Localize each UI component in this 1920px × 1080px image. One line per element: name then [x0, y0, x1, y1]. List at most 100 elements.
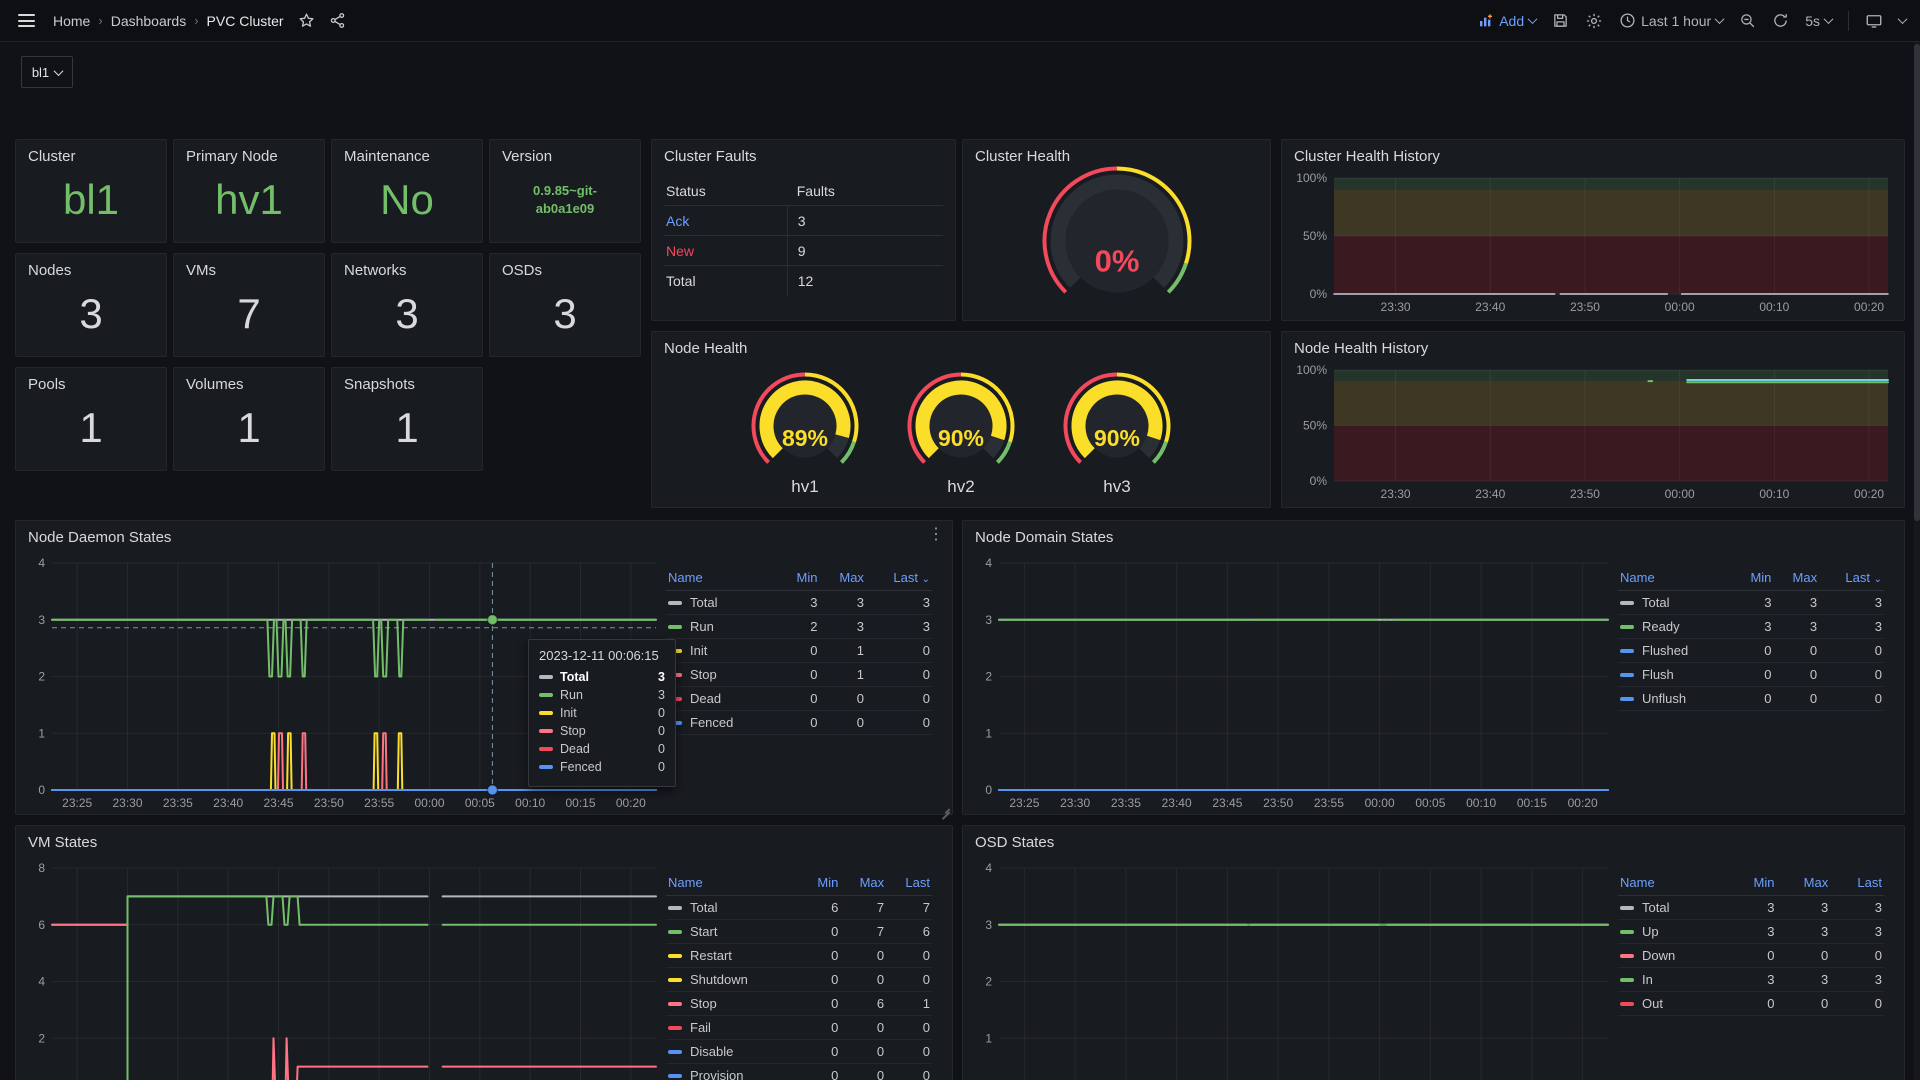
- legend-header-last[interactable]: Last ⌄: [866, 567, 932, 591]
- panel-title[interactable]: Maintenance: [332, 140, 482, 167]
- panel-title[interactable]: Node Health History: [1282, 332, 1904, 359]
- menu-icon[interactable]: [14, 10, 39, 31]
- panel-title[interactable]: Node Daemon States: [16, 521, 952, 548]
- panel-title[interactable]: Node Health: [652, 332, 1270, 359]
- series-name[interactable]: Ready: [1642, 619, 1680, 634]
- legend-row[interactable]: Up333: [1618, 920, 1884, 944]
- panel-title[interactable]: Volumes: [174, 368, 324, 395]
- legend-row[interactable]: Shutdown000: [666, 968, 932, 992]
- legend-row[interactable]: Fail000: [666, 1016, 932, 1040]
- series-name[interactable]: Stop: [690, 996, 717, 1011]
- node-health-history-chart[interactable]: 0%50%100%23:3023:4023:5000:0000:1000:20: [1288, 360, 1898, 503]
- series-name[interactable]: In: [1642, 972, 1653, 987]
- panel-title[interactable]: Cluster Health History: [1282, 140, 1904, 167]
- faults-col-faults[interactable]: Faults: [787, 176, 943, 205]
- series-name[interactable]: Disable: [690, 1044, 733, 1059]
- panel-title[interactable]: Pools: [16, 368, 166, 395]
- legend-row[interactable]: Start076: [666, 920, 932, 944]
- series-name[interactable]: Total: [690, 595, 717, 610]
- legend-header-last[interactable]: Last ⌄: [1819, 567, 1884, 591]
- panel-menu-kebab-icon[interactable]: ⋮: [928, 527, 944, 543]
- series-name[interactable]: Out: [1642, 996, 1663, 1011]
- panel-title[interactable]: Node Domain States: [963, 521, 1904, 548]
- node-domain-states-chart[interactable]: 0123423:2523:3023:3523:4023:4523:5023:55…: [967, 553, 1618, 812]
- share-icon[interactable]: [329, 12, 346, 29]
- series-name[interactable]: Shutdown: [690, 972, 748, 987]
- navbar-expand-chevron[interactable]: [1898, 14, 1908, 24]
- legend-header-last[interactable]: Last: [1830, 872, 1884, 896]
- legend-row[interactable]: Stop061: [666, 992, 932, 1016]
- favorite-star-icon[interactable]: [298, 12, 315, 29]
- vm-states-chart[interactable]: 0246823:2523:3023:3523:4023:4523:5023:55…: [20, 858, 666, 1080]
- series-name[interactable]: Flush: [1642, 667, 1674, 682]
- legend-row[interactable]: Ready333: [1618, 615, 1884, 639]
- legend-header-name[interactable]: Name: [666, 872, 800, 896]
- series-name[interactable]: Down: [1642, 948, 1675, 963]
- kiosk-tv-icon[interactable]: [1865, 12, 1883, 30]
- legend-row[interactable]: Init010: [666, 639, 932, 663]
- faults-status[interactable]: New: [664, 243, 787, 259]
- legend-header-name[interactable]: Name: [666, 567, 779, 591]
- panel-title[interactable]: Cluster: [16, 140, 166, 167]
- panel-title[interactable]: Cluster Faults: [652, 140, 955, 167]
- legend-row[interactable]: Dead000: [666, 687, 932, 711]
- legend-row[interactable]: Out000: [1618, 992, 1884, 1016]
- series-name[interactable]: Total: [1642, 900, 1669, 915]
- series-name[interactable]: Fail: [690, 1020, 711, 1035]
- series-name[interactable]: Fenced: [690, 715, 733, 730]
- legend-header-min[interactable]: Min: [779, 567, 820, 591]
- series-name[interactable]: Start: [690, 924, 717, 939]
- add-button[interactable]: Add: [1478, 13, 1536, 29]
- panel-title[interactable]: Cluster Health: [963, 140, 1270, 167]
- osd-states-chart[interactable]: 0123423:2523:3023:3523:4023:4523:5023:55…: [967, 858, 1618, 1080]
- series-name[interactable]: Provision: [690, 1068, 743, 1080]
- legend-header-max[interactable]: Max: [1776, 872, 1830, 896]
- legend-header-min[interactable]: Min: [800, 872, 840, 896]
- panel-title[interactable]: Primary Node: [174, 140, 324, 167]
- legend-row[interactable]: Provision000: [666, 1064, 932, 1080]
- faults-col-status[interactable]: Status: [664, 183, 787, 199]
- page-scrollbar[interactable]: [1914, 42, 1920, 1080]
- panel-title[interactable]: OSDs: [490, 254, 640, 281]
- legend-row[interactable]: Total677: [666, 896, 932, 920]
- faults-status[interactable]: Total: [664, 273, 787, 289]
- legend-header-max[interactable]: Max: [840, 872, 886, 896]
- series-name[interactable]: Up: [1642, 924, 1659, 939]
- save-dashboard-icon[interactable]: [1552, 12, 1569, 29]
- breadcrumb-home[interactable]: Home: [53, 13, 90, 29]
- legend-row[interactable]: Restart000: [666, 944, 932, 968]
- legend-row[interactable]: Total333: [666, 591, 932, 615]
- panel-title[interactable]: VMs: [174, 254, 324, 281]
- faults-status[interactable]: Ack: [664, 213, 787, 229]
- legend-header-max[interactable]: Max: [819, 567, 865, 591]
- legend-row[interactable]: Fenced000: [666, 711, 932, 735]
- dashboard-settings-gear-icon[interactable]: [1585, 12, 1603, 30]
- series-name[interactable]: Dead: [690, 691, 721, 706]
- legend-row[interactable]: Total333: [1618, 896, 1884, 920]
- series-name[interactable]: Init: [690, 643, 707, 658]
- legend-row[interactable]: Run233: [666, 615, 932, 639]
- series-name[interactable]: Total: [690, 900, 717, 915]
- series-name[interactable]: Unflush: [1642, 691, 1686, 706]
- series-name[interactable]: Stop: [690, 667, 717, 682]
- legend-row[interactable]: Flushed000: [1618, 639, 1884, 663]
- legend-header-name[interactable]: Name: [1618, 872, 1730, 896]
- legend-header-name[interactable]: Name: [1618, 567, 1734, 591]
- panel-title[interactable]: Snapshots: [332, 368, 482, 395]
- series-name[interactable]: Run: [690, 619, 714, 634]
- legend-row[interactable]: Unflush000: [1618, 687, 1884, 711]
- panel-title[interactable]: Networks: [332, 254, 482, 281]
- series-name[interactable]: Restart: [690, 948, 732, 963]
- legend-row[interactable]: Flush000: [1618, 663, 1884, 687]
- zoom-out-icon[interactable]: [1739, 12, 1756, 29]
- legend-header-last[interactable]: Last: [886, 872, 932, 896]
- panel-resize-handle[interactable]: [940, 802, 950, 812]
- panel-title[interactable]: OSD States: [963, 826, 1904, 853]
- panel-title[interactable]: Version: [490, 140, 640, 167]
- breadcrumb-dashboards[interactable]: Dashboards: [111, 13, 187, 29]
- series-name[interactable]: Total: [1642, 595, 1669, 610]
- panel-title[interactable]: Nodes: [16, 254, 166, 281]
- time-range-picker[interactable]: Last 1 hour: [1619, 12, 1723, 29]
- legend-header-max[interactable]: Max: [1773, 567, 1819, 591]
- legend-row[interactable]: Disable000: [666, 1040, 932, 1064]
